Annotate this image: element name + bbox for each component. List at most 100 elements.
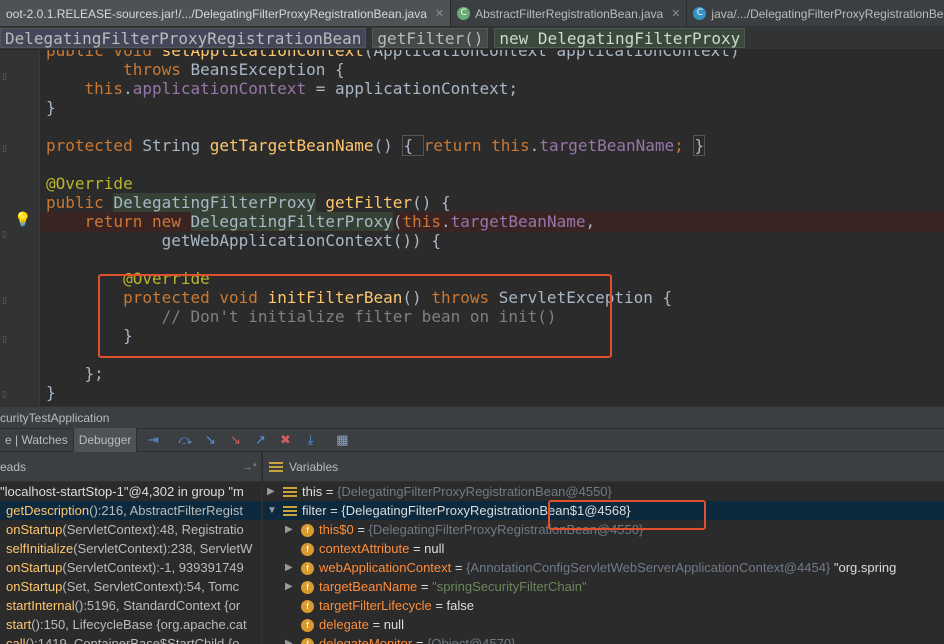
stack-frame-row[interactable]: onStartup(ServletContext):-1, 939391749 (0, 558, 261, 577)
frame-method: onStartup (6, 560, 63, 575)
tab-label: oot-2.0.1.RELEASE-sources.jar!/.../Deleg… (6, 6, 427, 21)
lightbulb-icon[interactable]: 💡 (14, 212, 31, 228)
debug-session-label[interactable]: curityTestApplication (0, 406, 944, 428)
evaluate-icon[interactable]: ▦ (333, 431, 351, 449)
annotation-highlight-box (98, 274, 612, 358)
stack-frame-row[interactable]: call():1419, ContainerBase$StartChild {o (0, 634, 261, 644)
code-line: getWebApplicationContext()) { (46, 231, 441, 250)
frame-location: (Set, ServletContext):54, Tomc (62, 579, 240, 594)
frame-method: onStartup (6, 579, 63, 594)
collapsed-arrow-icon[interactable]: ▶ (285, 520, 295, 539)
fold-icon[interactable]: ▯ (2, 335, 12, 345)
collapsed-arrow-icon[interactable]: ▶ (267, 482, 277, 501)
variable-value: null (424, 541, 445, 556)
variable-row[interactable]: ▶ f delegateMonitor = {Object@4570} (263, 634, 944, 644)
variables-title: Variables (289, 460, 339, 474)
collapsed-arrow-icon[interactable]: ▶ (285, 577, 295, 596)
field-icon: f (301, 524, 314, 538)
variable-extra: "org.spring (830, 560, 897, 575)
class-icon: C (693, 7, 707, 20)
variable-row[interactable]: ▶ f targetBeanName = "springSecurityFilter… (263, 577, 944, 596)
breadcrumb-method[interactable]: getFilter() (372, 28, 489, 48)
stack-frame-row[interactable]: onStartup(ServletContext):48, Registrati… (0, 520, 261, 539)
step-into-icon[interactable]: ↘ (201, 431, 219, 449)
code-line: this.applicationContext = applicationCon… (84, 79, 519, 98)
code-line: protected String getTargetBeanName() { r… (46, 135, 706, 156)
fold-icon[interactable]: ▯ (2, 390, 12, 400)
code-editor[interactable]: ▯ ▯ ▯ ▯ ▯ ▯ 💡 public void setApplication… (0, 50, 944, 406)
variable-icon (283, 487, 297, 499)
step-out-icon[interactable]: ↗ (251, 431, 269, 449)
variable-row[interactable]: f contextAttribute = null (263, 539, 944, 558)
tab-debugger[interactable]: Debugger (73, 428, 138, 452)
class-lib-icon: C (457, 7, 471, 20)
tab-console-watches[interactable]: e | Watches (0, 428, 74, 452)
equals-sign: = (451, 560, 467, 575)
show-execution-point-icon[interactable]: ⇥ (144, 431, 162, 449)
tab-label: java/.../DelegatingFilterProxyRegistrati… (711, 6, 944, 21)
variable-name: this$0 (319, 522, 354, 537)
variable-value: {DelegatingFilterProxyRegistrationBean@4… (337, 484, 612, 499)
equals-sign: = (353, 522, 369, 537)
fold-icon[interactable]: ▯ (2, 296, 12, 306)
stack-frame-row[interactable]: onStartup(Set, ServletContext):54, Tomc (0, 577, 261, 596)
field-icon: f (301, 543, 314, 557)
variable-name: filter (302, 503, 327, 518)
variable-row[interactable]: ▶ this = {DelegatingFilterProxyRegistrati… (263, 482, 944, 501)
close-tab-icon[interactable]: ✕ (671, 7, 680, 20)
stack-frame-row[interactable]: selfInitialize(ServletContext):238, Serv… (0, 539, 261, 558)
run-to-cursor-icon[interactable]: ⤓ (301, 431, 319, 449)
variable-value: {Object@4570} (427, 636, 516, 644)
thread-selector[interactable]: "localhost-startStop-1"@4,302 in group "… (0, 482, 261, 501)
drop-frame-icon[interactable]: ✖ (276, 431, 294, 449)
code-line: public DelegatingFilterProxy getFilter()… (46, 193, 451, 212)
stack-frame-row[interactable]: startInternal():5196, StandardContext {o… (0, 596, 261, 615)
variable-row[interactable]: ▶ f webApplicationContext = {AnnotationCon… (263, 558, 944, 577)
variable-name: this (302, 484, 323, 499)
code-line: } (46, 383, 56, 402)
breadcrumb: DelegatingFilterProxyRegistrationBean ge… (0, 27, 944, 50)
field-icon: f (301, 581, 314, 595)
tab-delegating-filter-proxy-java[interactable]: C java/.../DelegatingFilterProxyRegistra… (687, 0, 944, 26)
frame-location: (ServletContext):-1, 939391749 (62, 560, 244, 575)
variable-value: {AnnotationConfigServletWebServerApplica… (466, 560, 831, 575)
force-step-into-icon[interactable]: ↘ (226, 431, 244, 449)
step-over-icon[interactable]: ⤼ (176, 431, 194, 449)
stack-frame-row[interactable]: start():150, LifecycleBase {org.apache.c… (0, 615, 261, 634)
fold-icon[interactable]: ▯ (2, 144, 12, 154)
code-line: } (46, 98, 56, 117)
variable-name: targetBeanName (319, 579, 418, 594)
collapsed-arrow-icon[interactable]: ▶ (285, 558, 295, 577)
tab-delegating-filter-proxy-sources[interactable]: oot-2.0.1.RELEASE-sources.jar!/.../Deleg… (0, 0, 452, 26)
breadcrumb-anonymous-class[interactable]: new DelegatingFilterProxy (494, 28, 746, 48)
frames-title: eads (0, 460, 27, 474)
frame-location: (ServletContext):48, Registratio (62, 522, 244, 537)
tab-abstract-filter-registration-bean[interactable]: C AbstractFilterRegistrationBean.java ✕ (451, 0, 688, 26)
frame-location: ():1419, ContainerBase$StartChild {o (25, 636, 240, 644)
frame-method: getDescription (6, 503, 90, 518)
fold-icon[interactable]: ▯ (2, 230, 12, 240)
variables-icon (269, 462, 283, 474)
stack-frame-row[interactable]: getDescription():216, AbstractFilterRegi… (0, 501, 261, 520)
frame-method: call (6, 636, 26, 644)
equals-sign: = (409, 541, 425, 556)
breadcrumb-class[interactable]: DelegatingFilterProxyRegistrationBean (0, 28, 367, 48)
equals-sign: = (412, 636, 428, 644)
variable-value: "springSecurityFilterChain" (432, 579, 587, 594)
equals-sign: = (368, 617, 384, 632)
collapsed-arrow-icon[interactable]: ▶ (285, 634, 295, 644)
variable-row[interactable]: f delegate = null (263, 615, 944, 634)
variable-name: delegate (319, 617, 369, 632)
fold-icon[interactable]: ▯ (2, 72, 12, 82)
pin-icon[interactable]: →* (242, 452, 257, 482)
variable-name: contextAttribute (319, 541, 410, 556)
close-tab-icon[interactable]: ✕ (435, 7, 444, 20)
field-icon: f (301, 638, 314, 644)
frame-method: startInternal (6, 598, 75, 613)
variable-name: webApplicationContext (319, 560, 452, 575)
expanded-arrow-icon[interactable]: ▼ (267, 501, 277, 520)
equals-sign: = (326, 503, 342, 518)
field-icon: f (301, 562, 314, 576)
tab-label: AbstractFilterRegistrationBean.java (475, 6, 664, 21)
variable-row[interactable]: f targetFilterLifecycle = false (263, 596, 944, 615)
